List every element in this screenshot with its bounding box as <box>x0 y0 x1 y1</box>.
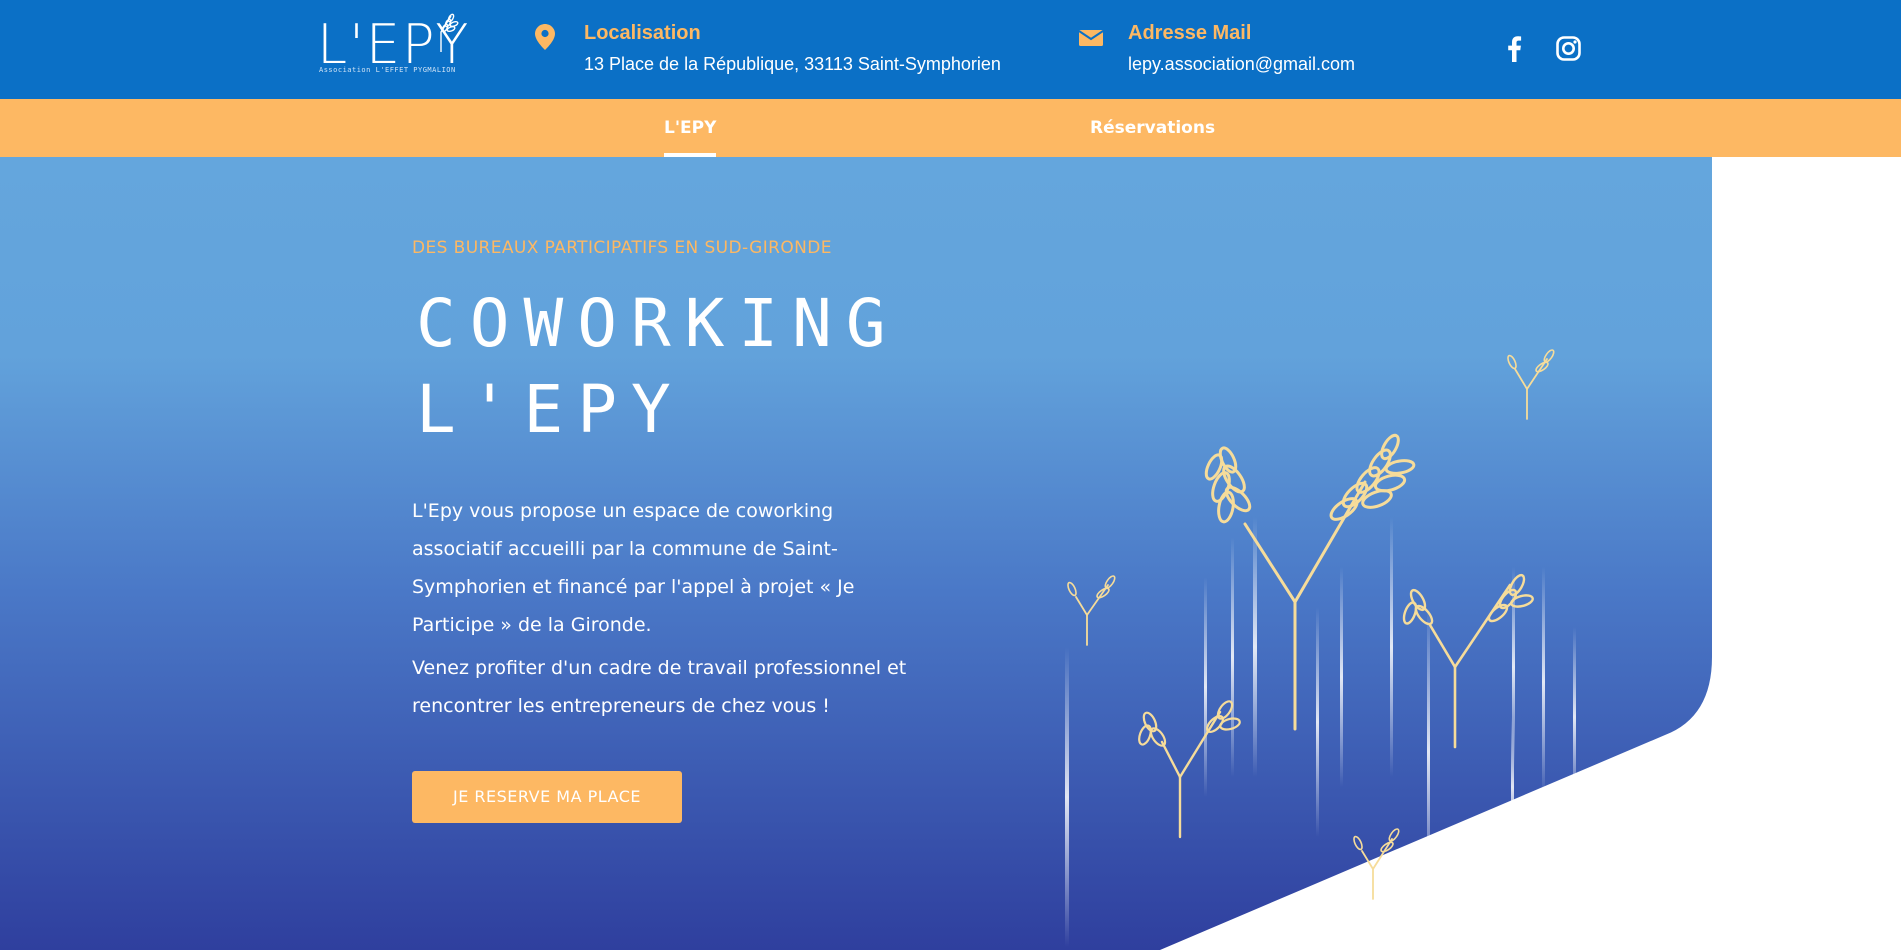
hero-background <box>0 157 1712 950</box>
wheat-icon <box>440 13 459 52</box>
envelope-icon <box>1079 30 1103 46</box>
reserve-button[interactable]: JE RESERVE MA PLACE <box>412 771 682 823</box>
logo-subtitle: Association L'EFFET PYGMALION <box>319 66 456 74</box>
instagram-icon[interactable] <box>1556 36 1581 61</box>
logo[interactable]: L'EPY Association L'EFFET PYGMALION <box>317 12 468 76</box>
hero-paragraph-intro: L'Epy vous propose un espace de coworkin… <box>412 500 855 636</box>
email-address[interactable]: lepy.association@gmail.com <box>1128 54 1355 75</box>
map-pin-icon <box>535 24 555 50</box>
hero-title: COWORKING L'EPY <box>416 281 900 453</box>
hero-title-line2: L'EPY <box>416 371 685 448</box>
main-nav: L'EPY Réservations <box>0 99 1901 157</box>
location-address: 13 Place de la République, 33113 Saint-S… <box>584 54 1001 74</box>
hero-paragraph-invite: Venez profiter d'un cadre de travail pro… <box>412 657 907 717</box>
hero-title-line1: COWORKING <box>416 285 900 362</box>
hero-eyebrow: DES BUREAUX PARTICIPATIFS EN SUD-GIRONDE <box>412 238 832 258</box>
nav-item-lepy[interactable]: L'EPY <box>664 99 717 157</box>
nav-item-reservations[interactable]: Réservations <box>1090 99 1215 157</box>
hero-section: DES BUREAUX PARTICIPATIFS EN SUD-GIRONDE… <box>0 157 1901 950</box>
location-title: Localisation <box>584 22 701 44</box>
facebook-icon[interactable] <box>1505 36 1523 62</box>
top-header: L'EPY Association L'EFFET PYGMALION Loca… <box>0 0 1901 99</box>
email-title: Adresse Mail <box>1128 22 1252 44</box>
